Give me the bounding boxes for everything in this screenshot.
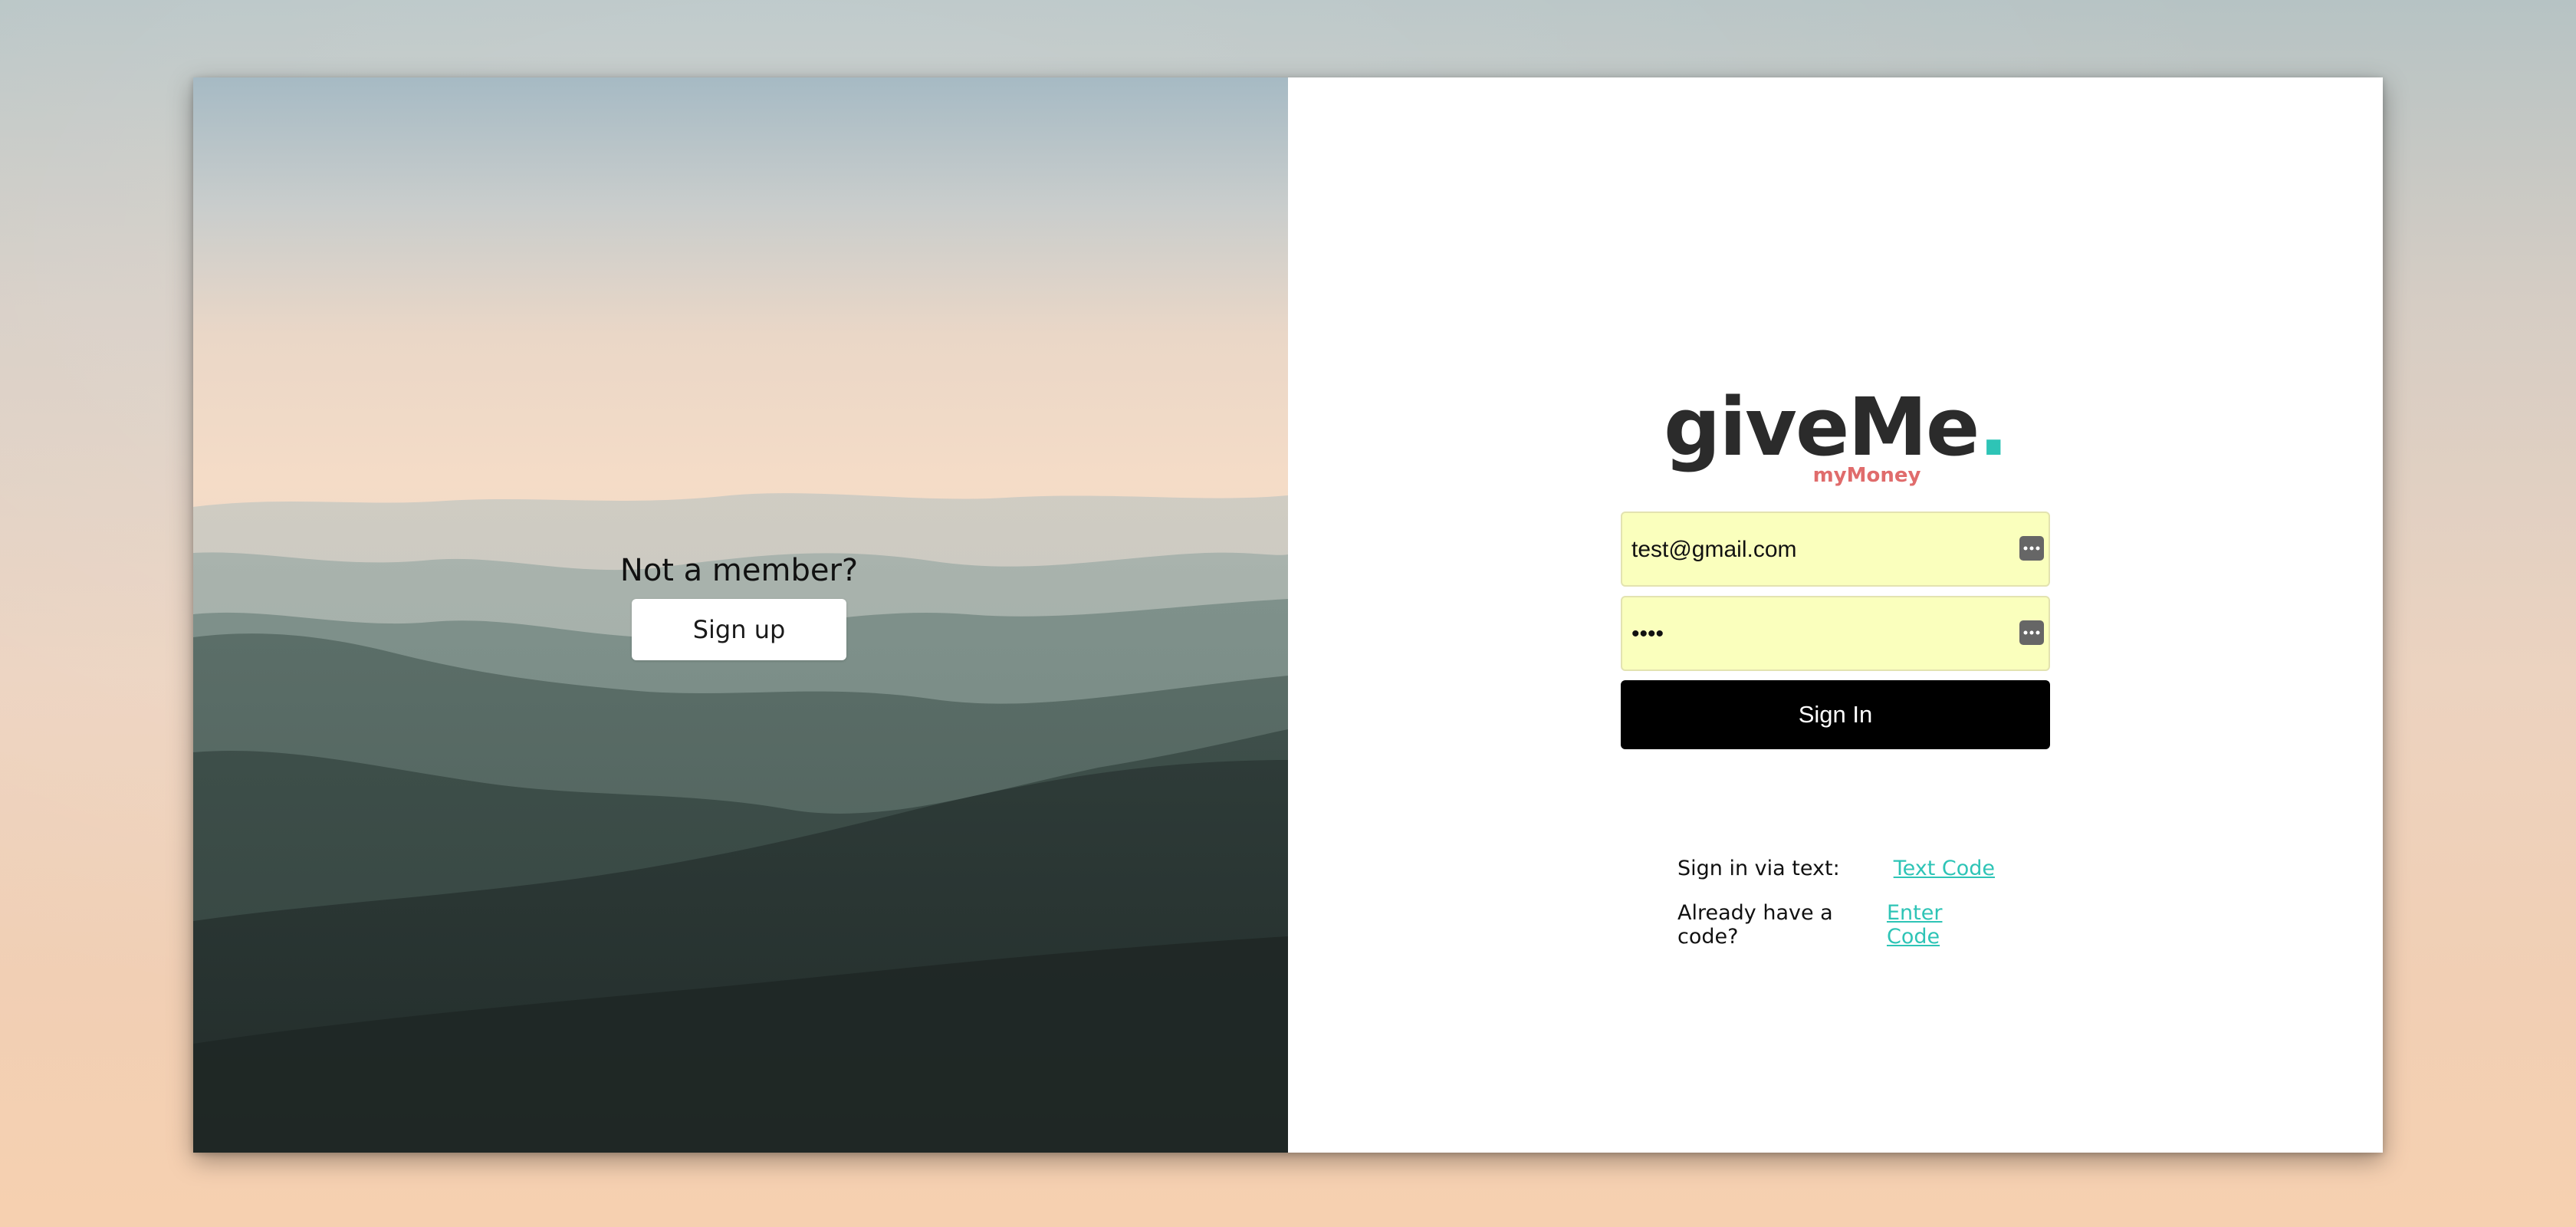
email-field [1621, 512, 2050, 587]
logo-dot: . [1978, 380, 2008, 474]
logo: giveMe. [1288, 387, 2383, 467]
logo-subtitle: myMoney [1812, 464, 1921, 487]
password-manager-icon[interactable] [2019, 620, 2044, 645]
signup-block: Not a member? Sign up [620, 553, 858, 660]
dots-icon [2023, 630, 2040, 635]
enter-code-label: Already have a code? [1677, 901, 1833, 949]
logo-wordmark: giveMe. [1664, 387, 2009, 467]
signup-button[interactable]: Sign up [632, 599, 846, 660]
email-input[interactable] [1630, 513, 2001, 587]
password-manager-icon[interactable] [2019, 536, 2044, 561]
password-input[interactable] [1630, 597, 2001, 671]
signup-prompt: Not a member? [619, 553, 859, 588]
text-code-row: Sign in via text: Text Code [1677, 857, 1995, 880]
login-card: Not a member? Sign up giveMe. myMoney te… [193, 77, 2383, 1153]
text-code-label: Sign in via text: [1677, 857, 1840, 880]
text-code-link[interactable]: Text Code [1894, 857, 1995, 880]
login-panel: giveMe. myMoney test@gmail.com •••• Sign… [1288, 77, 2383, 1153]
enter-code-link[interactable]: Enter Code [1887, 901, 1995, 949]
login-form: Sign In [1621, 512, 2050, 749]
logo-text: giveMe [1664, 380, 1980, 474]
dots-icon [2023, 546, 2040, 551]
landscape-panel: Not a member? Sign up [193, 77, 1288, 1153]
enter-code-row: Already have a code? Enter Code [1677, 901, 1995, 949]
password-field [1621, 596, 2050, 671]
signin-button[interactable]: Sign In [1621, 680, 2050, 749]
